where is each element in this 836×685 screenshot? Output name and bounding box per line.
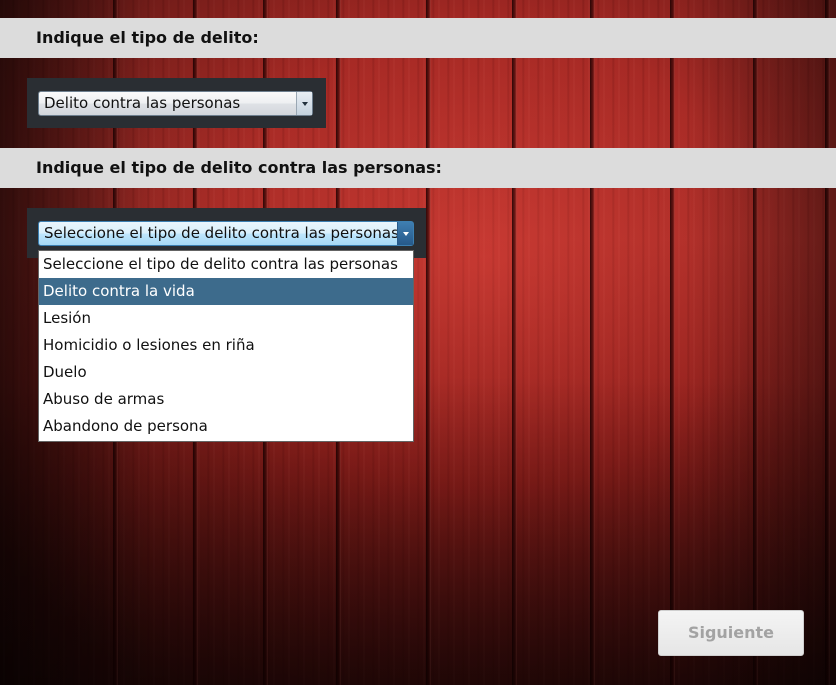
crime-type-question: Indique el tipo de delito: bbox=[36, 28, 259, 47]
option-placeholder[interactable]: Seleccione el tipo de delito contra las … bbox=[39, 251, 413, 278]
chevron-down-icon bbox=[402, 231, 409, 236]
crime-subtype-dropdown-button[interactable] bbox=[397, 222, 413, 245]
crime-type-select-container: Delito contra las personas bbox=[27, 78, 326, 128]
next-button[interactable]: Siguiente bbox=[658, 610, 804, 656]
option-lesion[interactable]: Lesión bbox=[39, 305, 413, 332]
option-duelo[interactable]: Duelo bbox=[39, 359, 413, 386]
option-delito-contra-la-vida[interactable]: Delito contra la vida bbox=[39, 278, 413, 305]
crime-type-header: Indique el tipo de delito: bbox=[0, 18, 836, 58]
crime-subtype-options-list: Seleccione el tipo de delito contra las … bbox=[38, 250, 414, 442]
option-abandono-de-persona[interactable]: Abandono de persona bbox=[39, 413, 413, 440]
crime-type-dropdown-button[interactable] bbox=[296, 92, 312, 115]
chevron-down-icon bbox=[301, 101, 308, 106]
crime-type-select[interactable]: Delito contra las personas bbox=[38, 91, 313, 116]
crime-subtype-selected-value: Seleccione el tipo de delito contra las … bbox=[44, 224, 399, 242]
crime-type-selected-value: Delito contra las personas bbox=[44, 94, 241, 112]
crime-subtype-question: Indique el tipo de delito contra las per… bbox=[36, 158, 442, 177]
option-homicidio-rina[interactable]: Homicidio o lesiones en riña bbox=[39, 332, 413, 359]
option-abuso-de-armas[interactable]: Abuso de armas bbox=[39, 386, 413, 413]
crime-subtype-select[interactable]: Seleccione el tipo de delito contra las … bbox=[38, 221, 414, 246]
crime-subtype-header: Indique el tipo de delito contra las per… bbox=[0, 148, 836, 188]
